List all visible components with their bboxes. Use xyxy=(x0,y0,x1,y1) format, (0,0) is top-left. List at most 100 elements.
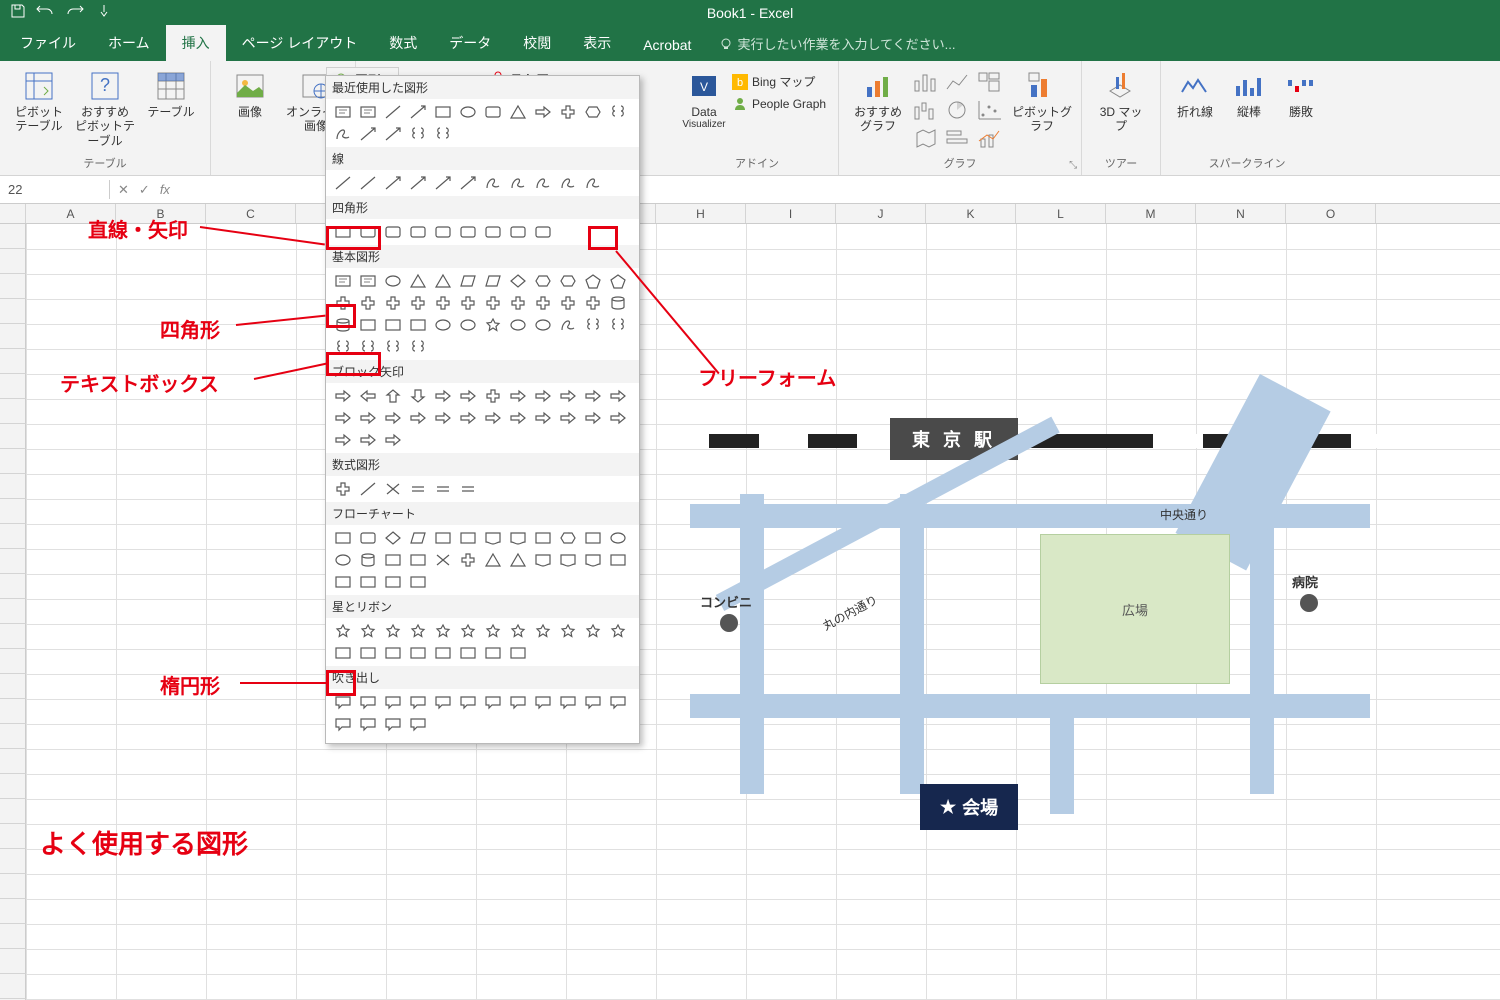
shape-item[interactable] xyxy=(380,571,405,593)
shape-item[interactable] xyxy=(405,713,430,735)
shape-item[interactable] xyxy=(380,549,405,571)
shape-item[interactable] xyxy=(555,385,580,407)
shape-item[interactable] xyxy=(380,336,405,358)
column-chart-icon[interactable] xyxy=(913,71,943,97)
recommended-chart-button[interactable]: おすすめグラフ xyxy=(847,65,909,134)
row-header[interactable] xyxy=(0,449,26,474)
shape-item[interactable] xyxy=(555,620,580,642)
shape-item[interactable] xyxy=(505,549,530,571)
shape-item[interactable] xyxy=(555,314,580,336)
shape-item[interactable] xyxy=(330,478,355,500)
tab-file[interactable]: ファイル xyxy=(4,25,92,61)
3d-map-button[interactable]: 3D マップ xyxy=(1090,65,1152,134)
row-header[interactable] xyxy=(0,399,26,424)
shape-item[interactable] xyxy=(355,549,380,571)
shape-item[interactable] xyxy=(355,314,380,336)
sparkline-line-button[interactable]: 折れ線 xyxy=(1169,65,1221,119)
shape-item[interactable] xyxy=(355,172,380,194)
row-header[interactable] xyxy=(0,899,26,924)
shape-item[interactable] xyxy=(580,101,605,123)
shape-item[interactable] xyxy=(480,620,505,642)
shape-item[interactable] xyxy=(380,101,405,123)
shape-item[interactable] xyxy=(480,101,505,123)
shape-item[interactable] xyxy=(405,292,430,314)
row-header[interactable] xyxy=(0,624,26,649)
name-box[interactable]: 22 xyxy=(0,180,110,199)
column-header[interactable]: C xyxy=(206,204,296,223)
column-header[interactable]: H xyxy=(656,204,746,223)
tab-acrobat[interactable]: Acrobat xyxy=(627,29,707,61)
shape-item[interactable] xyxy=(480,172,505,194)
shape-item[interactable] xyxy=(430,478,455,500)
tab-data[interactable]: データ xyxy=(433,25,507,61)
tab-formulas[interactable]: 数式 xyxy=(373,25,433,61)
hierarchy-chart-icon[interactable] xyxy=(977,71,1007,97)
picture-button[interactable]: 画像 xyxy=(219,65,281,119)
shape-item[interactable] xyxy=(455,691,480,713)
shape-item[interactable] xyxy=(455,385,480,407)
column-header[interactable]: L xyxy=(1016,204,1106,223)
shape-item[interactable] xyxy=(330,172,355,194)
row-header[interactable] xyxy=(0,924,26,949)
shape-item[interactable] xyxy=(380,429,405,451)
row-header[interactable] xyxy=(0,799,26,824)
shape-item[interactable] xyxy=(555,407,580,429)
shape-item[interactable] xyxy=(405,314,430,336)
shape-item[interactable] xyxy=(380,172,405,194)
shape-item[interactable] xyxy=(355,385,380,407)
shape-item[interactable] xyxy=(430,270,455,292)
shape-item[interactable] xyxy=(530,314,555,336)
shape-item[interactable] xyxy=(405,549,430,571)
shape-item[interactable] xyxy=(330,429,355,451)
shape-item[interactable] xyxy=(355,527,380,549)
shape-item[interactable] xyxy=(330,407,355,429)
shape-item[interactable] xyxy=(330,527,355,549)
shape-item[interactable] xyxy=(405,527,430,549)
shape-item[interactable] xyxy=(555,292,580,314)
shape-item[interactable] xyxy=(455,620,480,642)
shape-item[interactable] xyxy=(580,172,605,194)
data-visualizer-button[interactable]: V DataVisualizer xyxy=(684,65,724,131)
shape-item[interactable] xyxy=(355,270,380,292)
shape-item[interactable] xyxy=(430,385,455,407)
row-header[interactable] xyxy=(0,249,26,274)
dialog-launcher-icon[interactable]: ⤡ xyxy=(1069,160,1077,171)
save-icon[interactable] xyxy=(10,3,26,22)
shape-item[interactable] xyxy=(530,407,555,429)
shape-item[interactable] xyxy=(430,314,455,336)
row-header[interactable] xyxy=(0,574,26,599)
row-header[interactable] xyxy=(0,224,26,249)
row-header[interactable] xyxy=(0,424,26,449)
shape-item[interactable] xyxy=(480,292,505,314)
shape-item[interactable] xyxy=(355,691,380,713)
shape-item[interactable] xyxy=(505,385,530,407)
shape-item[interactable] xyxy=(505,527,530,549)
shape-item[interactable] xyxy=(330,642,355,664)
shape-item[interactable] xyxy=(380,314,405,336)
combo-chart-icon[interactable] xyxy=(977,127,1007,153)
shape-item[interactable] xyxy=(605,407,630,429)
shape-item[interactable] xyxy=(530,385,555,407)
shape-item[interactable] xyxy=(555,527,580,549)
row-header[interactable] xyxy=(0,949,26,974)
shape-item[interactable] xyxy=(480,527,505,549)
cancel-formula-icon[interactable]: ✕ xyxy=(118,182,129,198)
shape-item[interactable] xyxy=(505,292,530,314)
shape-item[interactable] xyxy=(605,691,630,713)
shape-item[interactable] xyxy=(380,385,405,407)
shape-item[interactable] xyxy=(405,123,430,145)
shape-item[interactable] xyxy=(530,221,555,243)
shape-item[interactable] xyxy=(555,691,580,713)
shape-item[interactable] xyxy=(480,549,505,571)
shape-item[interactable] xyxy=(430,407,455,429)
shape-item[interactable] xyxy=(380,713,405,735)
shape-item[interactable] xyxy=(580,527,605,549)
pie-chart-icon[interactable] xyxy=(945,99,975,125)
shape-item[interactable] xyxy=(330,620,355,642)
shape-item[interactable] xyxy=(355,571,380,593)
shape-item[interactable] xyxy=(430,292,455,314)
shape-item[interactable] xyxy=(330,270,355,292)
shape-item[interactable] xyxy=(430,123,455,145)
shape-item[interactable] xyxy=(405,620,430,642)
touch-mode-icon[interactable] xyxy=(96,3,112,22)
